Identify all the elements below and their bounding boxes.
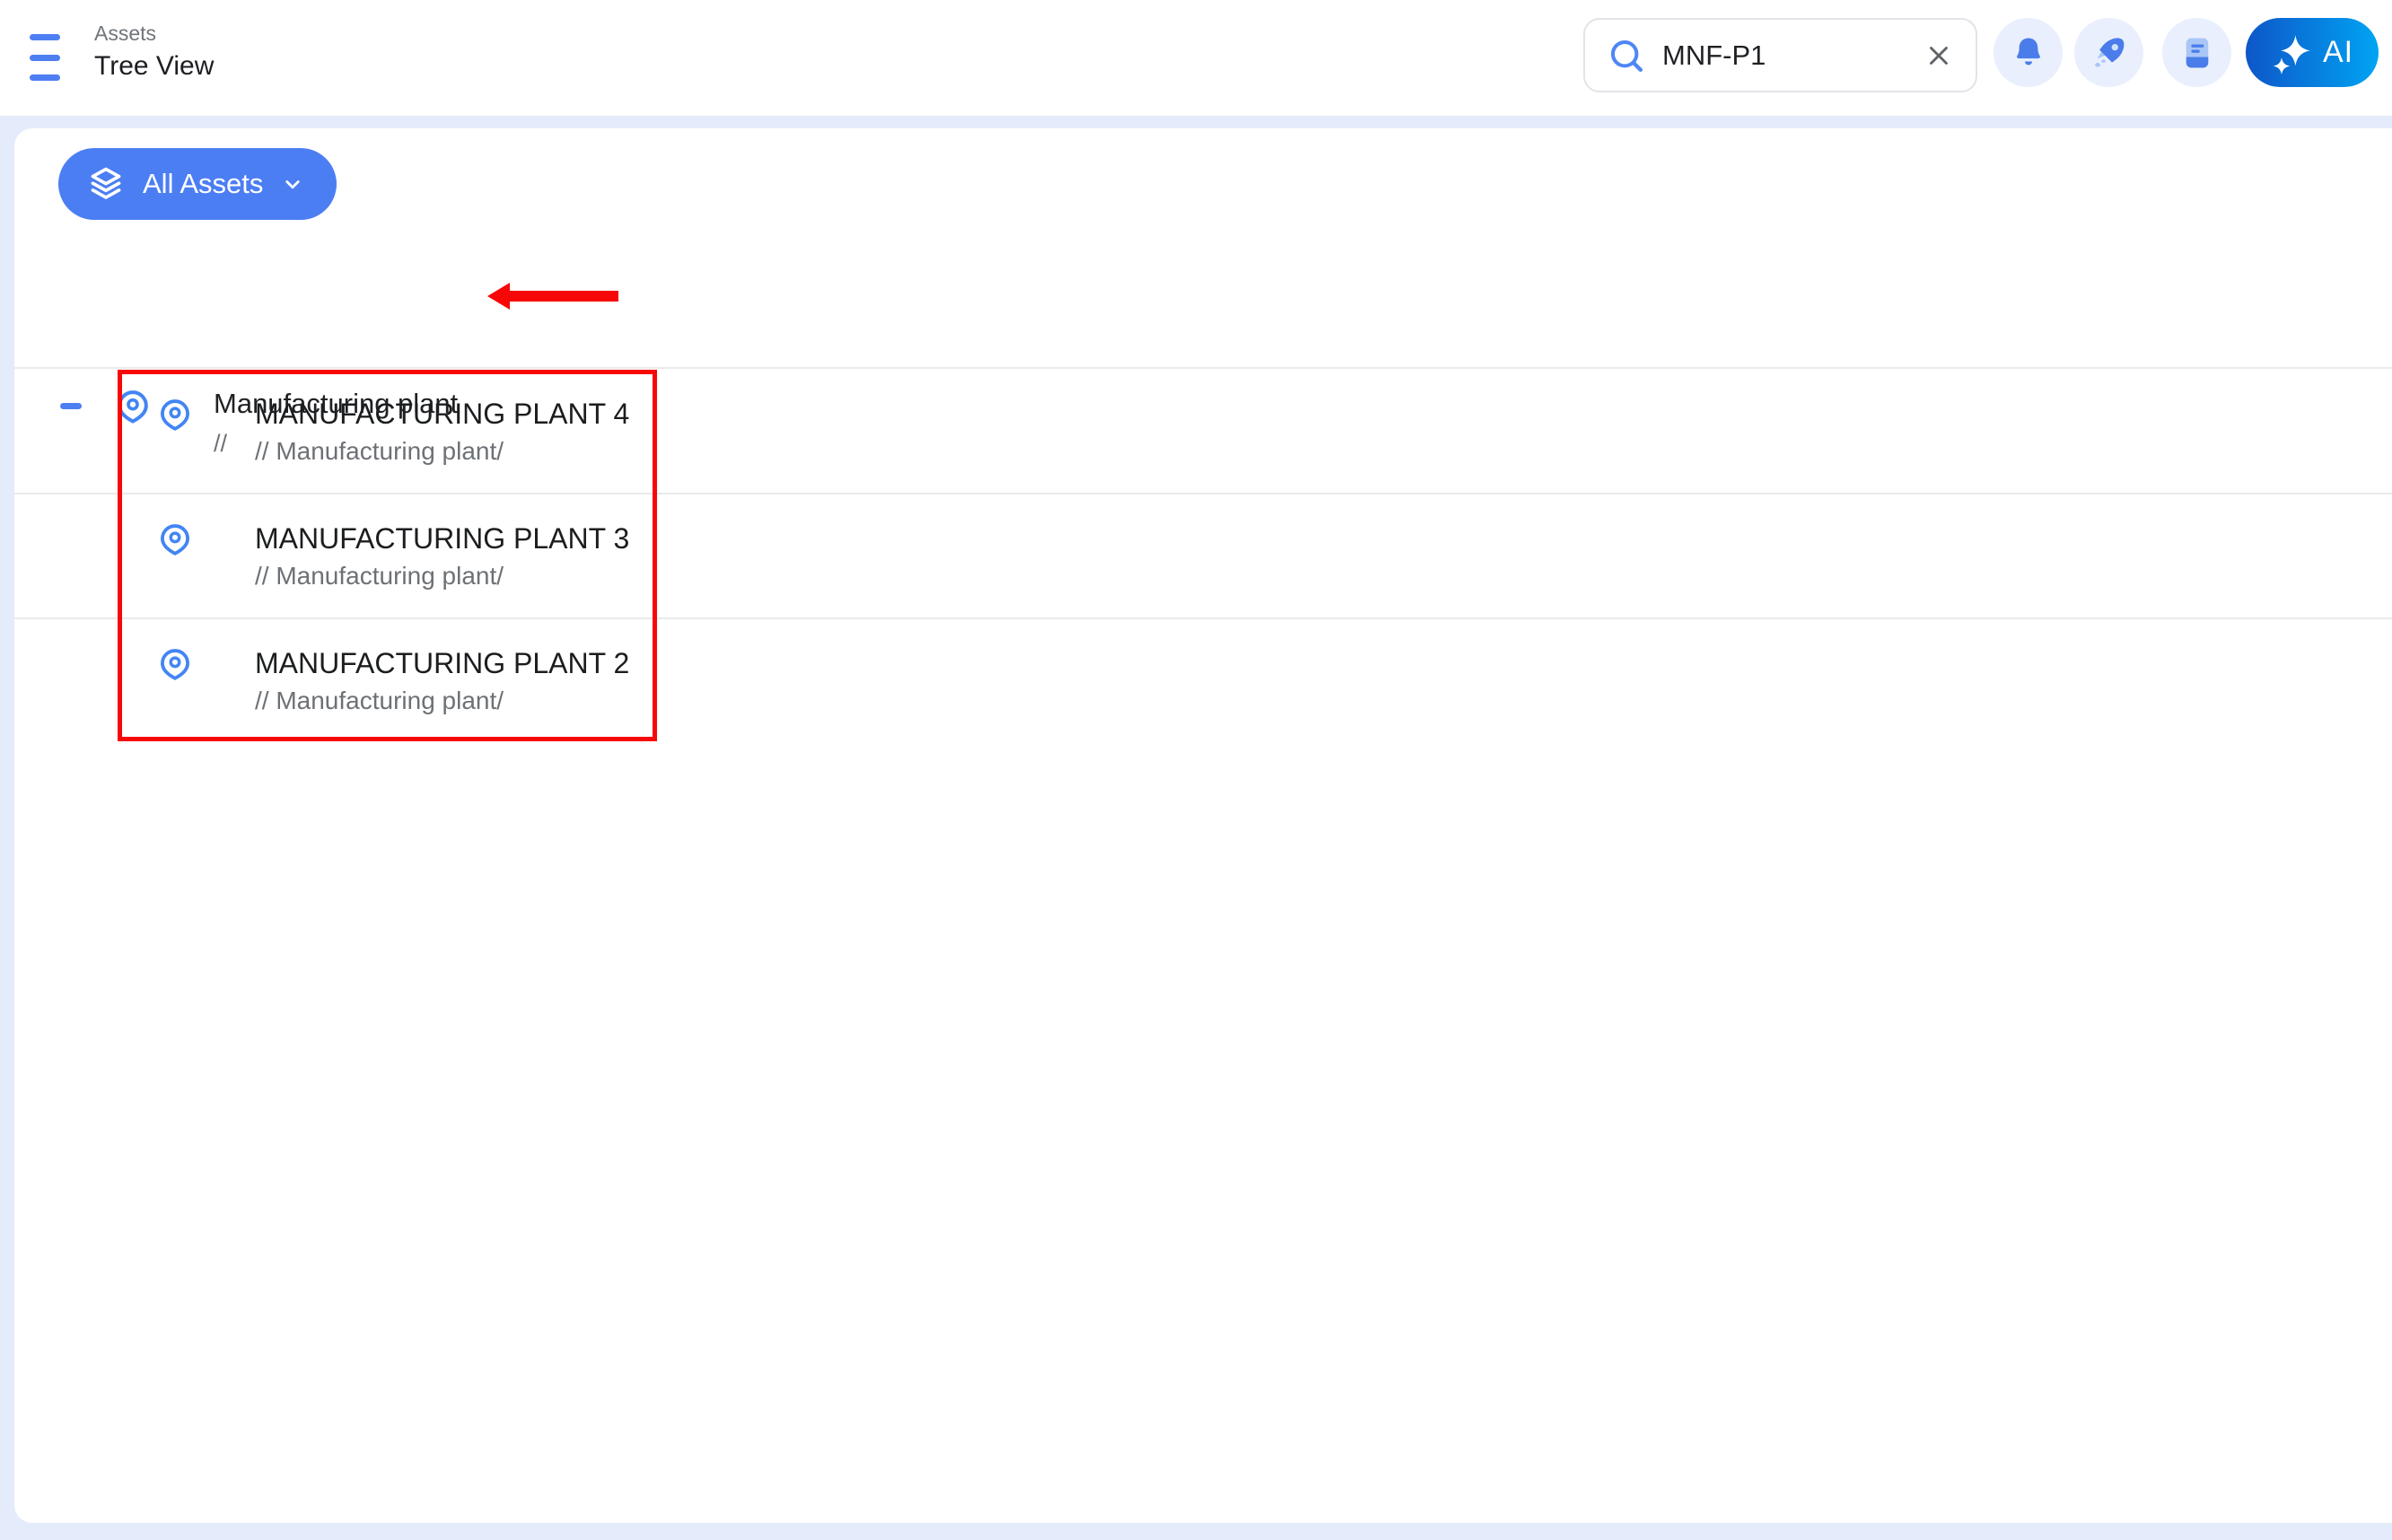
all-assets-filter-button[interactable]: All Assets xyxy=(58,148,337,220)
search-box[interactable] xyxy=(1583,18,1977,92)
ai-button-label: AI xyxy=(2323,35,2353,70)
tree-root-row[interactable]: Manufacturing plant // xyxy=(14,242,2392,367)
rocket-icon xyxy=(2090,34,2128,72)
page-title: Tree View xyxy=(94,49,214,83)
bell-icon xyxy=(2010,34,2047,72)
clear-search-icon[interactable] xyxy=(1923,40,1954,71)
tree-item-manufacturing-plant-3[interactable]: MANUFACTURING PLANT 3 // Manufacturing p… xyxy=(14,493,2392,617)
ai-assistant-button[interactable]: AI xyxy=(2246,18,2379,87)
notifications-button[interactable] xyxy=(1993,18,2063,87)
search-icon xyxy=(1607,36,1646,75)
tree-item-manufacturing-plant-4[interactable]: MANUFACTURING PLANT 4 // Manufacturing p… xyxy=(14,368,2392,493)
app-header: Assets Tree View xyxy=(0,0,2392,116)
tree-item-title: MANUFACTURING PLANT 3 xyxy=(255,520,629,557)
all-assets-label: All Assets xyxy=(143,168,263,200)
chevron-down-icon xyxy=(279,171,306,197)
tree-item-title: MANUFACTURING PLANT 2 xyxy=(255,644,629,682)
location-pin-icon xyxy=(158,398,192,435)
tree-item-manufacturing-plant-2[interactable]: MANUFACTURING PLANT 2 // Manufacturing p… xyxy=(14,617,2392,742)
tree-item-path: // Manufacturing plant/ xyxy=(255,434,629,468)
header-titles: Assets Tree View xyxy=(94,20,214,83)
docs-button[interactable] xyxy=(2162,18,2231,87)
location-pin-icon xyxy=(158,522,192,560)
assets-panel: All Assets Manufacturing plant // xyxy=(14,128,2392,1523)
hamburger-menu-icon[interactable] xyxy=(30,34,60,81)
book-icon xyxy=(2178,34,2216,72)
tree-item-title: MANUFACTURING PLANT 4 xyxy=(255,395,629,433)
breadcrumb: Assets xyxy=(94,20,214,47)
location-pin-icon xyxy=(158,647,192,685)
page-background: All Assets Manufacturing plant // xyxy=(0,116,2392,1540)
tree-item-path: // Manufacturing plant/ xyxy=(255,684,629,718)
search-input[interactable] xyxy=(1662,39,1923,72)
tree-item-path: // Manufacturing plant/ xyxy=(255,559,629,593)
layers-icon xyxy=(85,163,127,205)
whats-new-button[interactable] xyxy=(2074,18,2143,87)
ai-sparkle-icon xyxy=(2271,31,2314,74)
